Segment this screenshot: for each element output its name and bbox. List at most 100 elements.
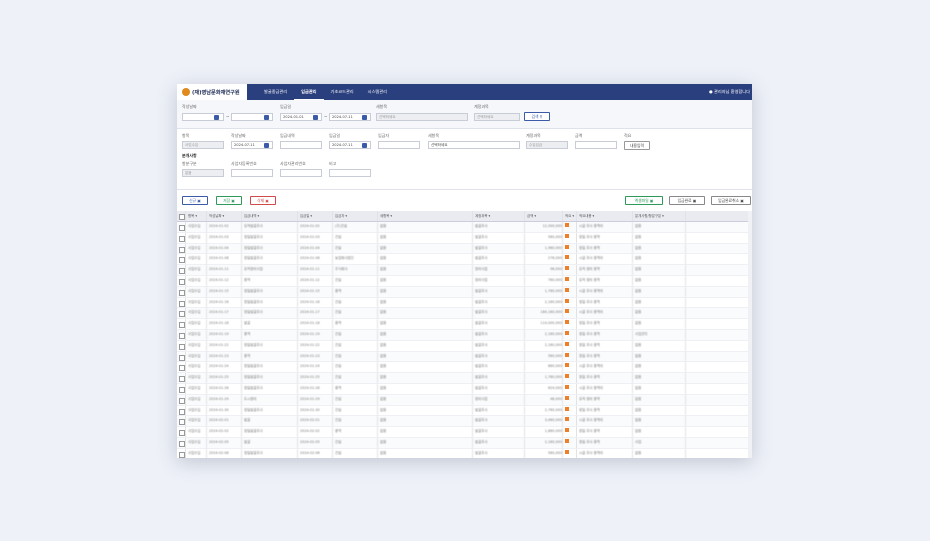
user-greeting[interactable]: ● 관리자님 환영합니다 — [709, 84, 750, 100]
table-row[interactable]: 사업수입 2024-01-12 용역 2024-01-12 건설 없음 정비사업 760,00… — [177, 275, 752, 287]
row-checkbox[interactable] — [177, 427, 186, 437]
table-row[interactable]: 사업수입 2024-02-05 발굴 2024-02-05 건설 없음 발굴조사 2,160,… — [177, 437, 752, 449]
table-row[interactable]: 사업수입 2024-01-16 정밀발굴조사 2024-01-16 건설 없음 발굴조사 2,… — [177, 297, 752, 309]
delete-button[interactable]: 삭제 ▣ — [250, 196, 276, 205]
nav-item-deposit[interactable]: 입금관리 — [294, 84, 324, 100]
row-checkbox[interactable] — [177, 416, 186, 427]
confirm-deposit-button[interactable]: 입금완료 ▣ — [669, 196, 705, 205]
nav-item-codes[interactable]: 기초코드관리 — [324, 84, 361, 100]
row-checkbox[interactable] — [177, 351, 186, 362]
payer-input[interactable] — [378, 141, 420, 149]
calendar-icon[interactable] — [362, 114, 367, 120]
brand-logo[interactable]: (재)영남문화재연구원 — [177, 84, 247, 100]
project-select[interactable]: 선택하세요 — [376, 113, 468, 121]
column-header[interactable]: 금액 ▾ — [525, 211, 563, 221]
row-checkbox[interactable] — [177, 405, 186, 416]
table-row[interactable]: 사업수입 2024-02-06 정밀발굴조사 2024-02-06 건설 없음 발굴조사 56… — [177, 448, 752, 458]
form-project-select[interactable]: 선택하세요 — [428, 141, 520, 149]
column-header[interactable]: 입금일 ▾ — [298, 211, 333, 221]
table-cell: 시굴 조사 용역비 — [577, 383, 633, 394]
row-checkbox[interactable] — [177, 340, 186, 351]
table-row[interactable]: 사업수입 2024-01-19 용역 2024-01-19 건설 없음 발굴조사 2,160,… — [177, 329, 752, 341]
calendar-icon[interactable] — [214, 114, 219, 120]
table-row[interactable]: 사업수입 2024-01-25 정밀발굴조사 2024-01-25 건설 없음 발굴조사 1,… — [177, 373, 752, 384]
row-checkbox[interactable] — [177, 243, 186, 254]
row-checkbox[interactable] — [177, 437, 186, 448]
row-checkbox[interactable] — [177, 319, 186, 329]
amount-input[interactable] — [575, 141, 617, 149]
table-cell: 발굴 — [242, 319, 298, 329]
sub-number-input[interactable] — [280, 169, 322, 177]
table-cell: 건설 — [333, 329, 378, 340]
table-row[interactable]: 사업수입 2024-01-30 정밀발굴조사 2024-01-30 건설 없음 발굴조사 2,… — [177, 405, 752, 417]
account-select[interactable]: 선택하세요 — [474, 113, 520, 121]
note-input[interactable] — [329, 169, 371, 177]
nav-item-excavation[interactable]: 발굴종금관리 — [257, 84, 294, 100]
table-row[interactable]: 사업수입 2024-01-15 정밀발굴조사 2024-01-15 용역 없음 발굴조사 1,… — [177, 286, 752, 298]
item-select[interactable]: 사업수입 — [182, 141, 224, 149]
table-cell — [563, 373, 577, 383]
table-cell: 없음 — [378, 329, 473, 340]
row-checkbox[interactable] — [177, 394, 186, 405]
excel-button[interactable]: 엑셀파일 ▣ — [625, 196, 663, 205]
column-header[interactable]: 적요내용 ▾ — [577, 211, 633, 221]
column-header[interactable]: 입금자 ▾ — [333, 211, 378, 221]
table-row[interactable]: 사업수입 2024-01-11 유적정비사업 2024-01-11 주식회사 없음 정비사업… — [177, 265, 752, 276]
table-row[interactable]: 사업수입 2024-01-03 정밀발굴조사 2024-01-03 건설 없음 발굴조사 56… — [177, 232, 752, 244]
table-cell: 발굴 — [242, 437, 298, 448]
column-header[interactable]: 입금내역 ▾ — [242, 211, 298, 221]
table-cell: 2024-01-15 — [207, 286, 242, 297]
column-header[interactable]: 항목 ▾ — [186, 211, 207, 221]
save-button[interactable]: 저장 ▣ — [216, 196, 242, 205]
search-button[interactable]: 검색 ⚲ — [524, 112, 550, 121]
column-header[interactable]: 적요 ▾ — [563, 211, 577, 221]
table-row[interactable]: 사업수입 2024-01-24 정밀발굴조사 2024-01-24 건설 없음 발굴조사 86… — [177, 362, 752, 374]
row-checkbox[interactable] — [177, 222, 186, 232]
row-checkbox[interactable] — [177, 373, 186, 383]
calendar-icon[interactable] — [362, 142, 367, 148]
row-checkbox[interactable] — [177, 265, 186, 275]
table-row[interactable]: 사업수입 2024-01-17 정밀발굴조사 2024-01-17 건설 없음 발굴조사 18… — [177, 308, 752, 320]
div-select[interactable]: 없음 — [182, 169, 224, 177]
column-header[interactable]: 계정과목 ▾ — [473, 211, 525, 221]
table-row[interactable]: 사업수입 2024-01-04 정밀발굴조사 2024-01-04 건설 없음 발굴조사 1,… — [177, 243, 752, 255]
row-checkbox[interactable] — [177, 254, 186, 265]
table-row[interactable]: 사업수입 2024-01-08 정밀발굴조사 2024-01-08 농업회사법인 없음 발굴… — [177, 254, 752, 266]
column-header[interactable]: 작성날짜 ▾ — [207, 211, 242, 221]
row-checkbox[interactable] — [177, 308, 186, 319]
row-checkbox[interactable] — [177, 275, 186, 286]
select-all-checkbox[interactable] — [177, 211, 186, 221]
calendar-icon[interactable] — [264, 142, 269, 148]
table-cell: 정밀발굴조사 — [242, 340, 298, 351]
grid-scrollbar[interactable] — [748, 211, 752, 458]
nav-item-system[interactable]: 시스템관리 — [361, 84, 394, 100]
table-row[interactable]: 사업수입 2024-01-18 발굴 2024-01-18 용역 없음 발굴조사 114,00… — [177, 319, 752, 330]
row-checkbox[interactable] — [177, 297, 186, 308]
row-checkbox[interactable] — [177, 448, 186, 458]
table-row[interactable]: 사업수입 2024-01-26 정밀발굴조사 2024-01-26 용역 없음 발굴조사 62… — [177, 383, 752, 395]
calendar-icon[interactable] — [264, 114, 269, 120]
table-cell: 발굴 — [242, 416, 298, 427]
table-row[interactable]: 사업수입 2024-01-29 도시정비 2024-01-29 건설 없음 정비사업 48,0… — [177, 394, 752, 406]
table-row[interactable]: 사업수입 2024-02-02 정밀발굴조사 2024-02-02 용역 없음 발굴조사 1,… — [177, 427, 752, 438]
biz-number-input[interactable] — [231, 169, 273, 177]
form-account-select[interactable]: 수입입금 — [526, 141, 568, 149]
new-button[interactable]: 신규 ▣ — [182, 196, 208, 205]
logo-icon — [182, 88, 190, 96]
row-checkbox[interactable] — [177, 329, 186, 340]
table-cell: 건설 — [333, 243, 378, 254]
table-row[interactable]: 사업수입 2024-01-02 유적발굴조사 2024-01-02 (주)건설 없음 발굴조… — [177, 222, 752, 233]
row-checkbox[interactable] — [177, 286, 186, 297]
column-header[interactable]: 분개사항/항분구분 ▾ — [633, 211, 686, 221]
table-row[interactable]: 사업수입 2024-01-22 정밀발굴조사 2024-01-22 건설 없음 발굴조사 2,… — [177, 340, 752, 352]
column-header[interactable]: 세항목 ▾ — [378, 211, 473, 221]
table-row[interactable]: 사업수입 2024-02-01 발굴 2024-02-01 건설 없음 발굴조사 3,460,… — [177, 416, 752, 428]
row-checkbox[interactable] — [177, 383, 186, 394]
cancel-deposit-button[interactable]: 입금완료취소 ▣ — [711, 196, 751, 205]
content-input[interactable] — [280, 141, 322, 149]
content-entry-button[interactable]: 내용입력 — [624, 140, 650, 150]
table-row[interactable]: 사업수입 2024-01-23 용역 2024-01-23 건설 없음 발굴조사 560,00… — [177, 351, 752, 363]
row-checkbox[interactable] — [177, 232, 186, 243]
calendar-icon[interactable] — [313, 114, 318, 120]
row-checkbox[interactable] — [177, 362, 186, 373]
